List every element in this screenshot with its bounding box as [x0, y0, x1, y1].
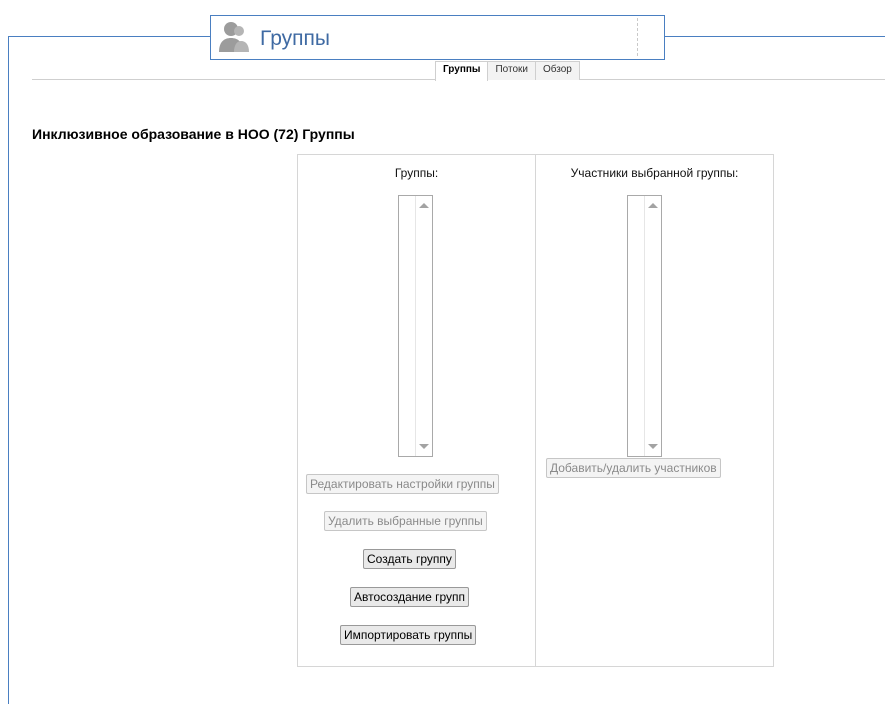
groups-listbox[interactable]	[398, 195, 433, 457]
tab-streams[interactable]: Потоки	[487, 61, 536, 80]
tab-groups[interactable]: Группы	[435, 61, 489, 81]
add-remove-members-button[interactable]: Добавить/удалить участников	[546, 458, 721, 478]
frame-border-left	[8, 36, 9, 704]
import-groups-button[interactable]: Импортировать группы	[340, 625, 477, 645]
create-group-button[interactable]: Создать группу	[363, 549, 456, 569]
tab-bar: Группы Потоки Обзор	[435, 61, 580, 81]
groups-scrollbar[interactable]	[415, 196, 432, 456]
scroll-up-icon[interactable]	[419, 203, 429, 208]
members-label: Участники выбранной группы:	[570, 166, 739, 180]
users-icon	[216, 20, 252, 54]
scroll-down-icon[interactable]	[648, 444, 658, 449]
members-scrollbar[interactable]	[644, 196, 661, 456]
scroll-down-icon[interactable]	[419, 444, 429, 449]
edit-group-settings-button[interactable]: Редактировать настройки группы	[306, 474, 499, 494]
frame-border-top-left	[8, 36, 210, 37]
groups-label: Группы:	[394, 166, 439, 180]
panel-divider	[535, 154, 536, 667]
tab-overview[interactable]: Обзор	[534, 61, 580, 80]
delete-selected-groups-button[interactable]: Удалить выбранные группы	[324, 511, 487, 531]
autocreate-groups-button[interactable]: Автосоздание групп	[350, 587, 469, 607]
frame-border-top-right	[665, 36, 885, 37]
page-title: Инклюзивное образование в НОО (72) Групп…	[32, 126, 355, 142]
header-divider	[637, 18, 638, 56]
header-title: Группы	[260, 27, 330, 50]
scroll-up-icon[interactable]	[648, 203, 658, 208]
members-listbox[interactable]	[627, 195, 662, 457]
